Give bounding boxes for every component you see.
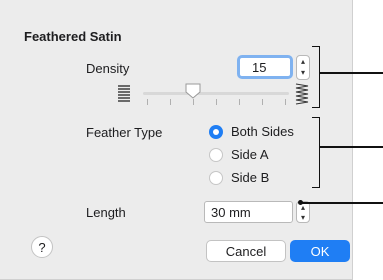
stepper-down-icon[interactable]: ▾	[301, 213, 305, 223]
density-callout-bracket	[312, 46, 320, 108]
feathered-satin-dialog: Feathered Satin Density 15 ▴ ▾ Feather T…	[0, 0, 353, 280]
radio-label-side-b[interactable]: Side B	[231, 170, 269, 185]
dialog-title: Feathered Satin	[24, 29, 122, 44]
density-slider-track[interactable]	[143, 92, 289, 95]
radio-both-sides[interactable]	[209, 125, 223, 139]
radio-side-a[interactable]	[209, 148, 223, 162]
slider-tick	[170, 99, 171, 105]
density-label: Density	[86, 61, 130, 76]
density-slider-thumb[interactable]	[184, 83, 202, 99]
length-callout-dot	[298, 200, 303, 205]
length-input[interactable]: 30 mm	[204, 201, 293, 223]
help-button[interactable]: ?	[31, 236, 53, 258]
density-stepper[interactable]: ▴ ▾	[296, 55, 310, 80]
length-label: Length	[86, 205, 126, 220]
slider-tick	[285, 99, 286, 105]
density-input[interactable]: 15	[237, 55, 293, 79]
radio-label-both-sides[interactable]: Both Sides	[231, 124, 294, 139]
density-callout-line	[320, 72, 383, 74]
slider-tick	[216, 99, 217, 105]
stepper-up-icon[interactable]: ▴	[301, 57, 305, 67]
slider-tick	[193, 99, 194, 105]
feather-type-label: Feather Type	[86, 125, 163, 140]
ok-button[interactable]: OK	[290, 240, 350, 262]
sparse-stitch-icon	[118, 85, 130, 102]
radio-side-b[interactable]	[209, 171, 223, 185]
slider-tick	[239, 99, 240, 105]
dense-stitch-icon	[295, 83, 309, 105]
length-callout-line	[300, 202, 383, 204]
slider-tick	[147, 99, 148, 105]
cancel-button[interactable]: Cancel	[206, 240, 286, 262]
radio-label-side-a[interactable]: Side A	[231, 147, 269, 162]
feather-type-callout-bracket	[312, 117, 320, 188]
slider-tick	[262, 99, 263, 105]
feather-type-callout-line	[320, 146, 383, 148]
stepper-down-icon[interactable]: ▾	[301, 68, 305, 78]
